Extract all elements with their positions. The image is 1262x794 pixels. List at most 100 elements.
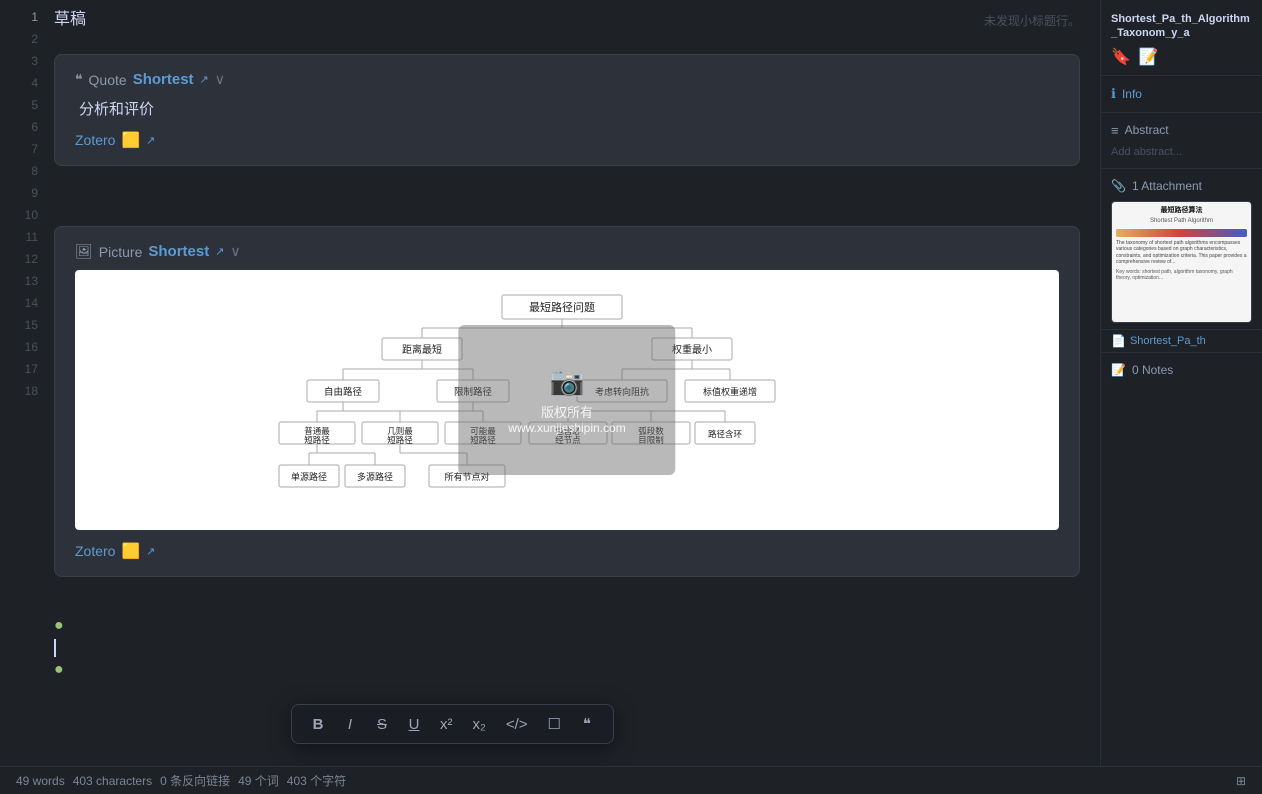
quote-chevron-icon[interactable]: ∨ bbox=[215, 71, 225, 88]
picture-zotero-row[interactable]: Zotero 🟨 ↗ bbox=[75, 542, 1059, 560]
rp-attachment-label[interactable]: 📎 1 Attachment bbox=[1111, 175, 1252, 197]
rp-header-icons: 🔖 📝 bbox=[1111, 47, 1252, 67]
superscript-button[interactable]: x² bbox=[432, 712, 461, 737]
rp-attachment-section: 📎 1 Attachment 最短路径算法 Shortest Path Algo… bbox=[1101, 169, 1262, 330]
picture-zotero-emoji: 🟨 bbox=[121, 542, 140, 560]
quote-block-header: ❝ Quote Shortest ↗ ∨ bbox=[75, 71, 1059, 88]
rp-file-link[interactable]: 📄 Shortest_Pa_th bbox=[1101, 330, 1262, 353]
status-bar: 49 words 403 characters 0 条反向链接 49 个词 40… bbox=[0, 766, 1262, 794]
quote-ext-link-icon[interactable]: ↗ bbox=[200, 73, 209, 86]
italic-button[interactable]: I bbox=[336, 712, 364, 737]
line-num-11: 11 bbox=[0, 226, 50, 248]
rp-thumb-chart-bar bbox=[1116, 229, 1247, 237]
rp-note-icon[interactable]: 📝 bbox=[1139, 47, 1159, 67]
svg-text:最短路径问题: 最短路径问题 bbox=[529, 300, 595, 314]
picture-block-header: 🖼 Picture Shortest ↗ ∨ bbox=[75, 243, 1059, 260]
line-num-3: 3 bbox=[0, 50, 50, 72]
quote-block: ❝ Quote Shortest ↗ ∨ 分析和评价 Zotero 🟨 ↗ bbox=[54, 54, 1080, 166]
svg-text:考虑转向阻抗: 考虑转向阻抗 bbox=[595, 386, 649, 397]
rp-thumb-body-text: The taxonomy of shortest path algorithms… bbox=[1116, 240, 1247, 266]
diagram-container: 最短路径问题 距离最短 权重最小 bbox=[75, 270, 1059, 530]
box-button[interactable]: ☐ bbox=[540, 711, 569, 737]
svg-text:路径含环: 路径含环 bbox=[708, 429, 743, 439]
picture-block: 🖼 Picture Shortest ↗ ∨ bbox=[54, 226, 1080, 577]
notes-icon: 📝 bbox=[1111, 363, 1126, 377]
right-panel: Shortest_Pa_th_Algorithm_Taxonom_y_a 🔖 📝… bbox=[1100, 0, 1262, 794]
quote-content-text: 分析和评价 bbox=[75, 98, 1059, 119]
svg-text:限制路径: 限制路径 bbox=[454, 386, 493, 398]
svg-text:短路径: 短路径 bbox=[304, 435, 330, 445]
picture-zotero-label: Zotero bbox=[75, 543, 115, 559]
char-count-zh: 403 个字符 bbox=[287, 772, 346, 789]
rp-attachment-thumb[interactable]: 最短路径算法 Shortest Path Algorithm The taxon… bbox=[1111, 201, 1252, 323]
rp-info-section: ℹ Info bbox=[1101, 76, 1262, 113]
picture-chevron-icon[interactable]: ∨ bbox=[230, 243, 240, 260]
quote-zotero-row[interactable]: Zotero 🟨 ↗ bbox=[75, 131, 1059, 149]
line-num-7: 7 bbox=[0, 138, 50, 160]
picture-zotero-ext-link-icon[interactable]: ↗ bbox=[146, 545, 155, 558]
rp-abstract-label[interactable]: ≡ Abstract bbox=[1111, 119, 1252, 142]
row-12 bbox=[54, 593, 1080, 615]
svg-text:自由路径: 自由路径 bbox=[324, 386, 363, 398]
quote-title-link[interactable]: Shortest bbox=[133, 71, 194, 88]
line-num-10: 10 bbox=[0, 204, 50, 226]
subscript-button[interactable]: x₂ bbox=[465, 712, 494, 737]
right-panel-scroll[interactable]: Shortest_Pa_th_Algorithm_Taxonom_y_a 🔖 📝… bbox=[1101, 0, 1262, 794]
row-14[interactable] bbox=[54, 637, 1080, 659]
row-15: ● bbox=[54, 659, 1080, 681]
rp-notes-label[interactable]: 📝 0 Notes bbox=[1111, 359, 1252, 381]
svg-text:距离最短: 距离最短 bbox=[402, 343, 442, 356]
abstract-label-text: Abstract bbox=[1125, 123, 1169, 137]
rp-abstract-placeholder[interactable]: Add abstract... bbox=[1111, 142, 1252, 162]
line-num-4: 4 bbox=[0, 72, 50, 94]
picture-icon: 🖼 bbox=[75, 243, 93, 260]
green-bullet-15: ● bbox=[54, 661, 64, 679]
word-count-zh: 49 个词 bbox=[238, 772, 279, 789]
abstract-icon: ≡ bbox=[1111, 123, 1119, 138]
bold-button[interactable]: B bbox=[304, 712, 332, 737]
char-count: 403 characters bbox=[73, 774, 152, 788]
svg-text:目限制: 目限制 bbox=[638, 435, 664, 445]
quote-icon: ❝ bbox=[75, 71, 83, 88]
inline-code-button[interactable]: </> bbox=[498, 712, 536, 737]
zotero-ext-link-icon[interactable]: ↗ bbox=[146, 134, 155, 147]
editor-cursor bbox=[54, 639, 56, 657]
right-panel-header: Shortest_Pa_th_Algorithm_Taxonom_y_a 🔖 📝 bbox=[1101, 0, 1262, 76]
line-num-8: 8 bbox=[0, 160, 50, 182]
line-num-15: 15 bbox=[0, 314, 50, 336]
word-count: 49 words bbox=[16, 774, 65, 788]
line-num-16: 16 bbox=[0, 336, 50, 358]
formatting-toolbar: B I S U x² x₂ </> ☐ ❝ bbox=[291, 704, 614, 744]
info-label-text: Info bbox=[1122, 87, 1142, 101]
green-bullet-13: ● bbox=[54, 617, 64, 635]
svg-text:单源路径: 单源路径 bbox=[291, 471, 327, 482]
rp-bookmark-icon[interactable]: 🔖 bbox=[1111, 47, 1131, 67]
picture-title-link[interactable]: Shortest bbox=[148, 243, 209, 260]
line-num-13: 13 bbox=[0, 270, 50, 292]
status-icon: ⊞ bbox=[1236, 774, 1246, 788]
rp-info-label[interactable]: ℹ Info bbox=[1111, 82, 1252, 106]
rp-abstract-section: ≡ Abstract Add abstract... bbox=[1101, 113, 1262, 169]
rp-notes-section: 📝 0 Notes bbox=[1101, 353, 1262, 387]
line-num-17: 17 bbox=[0, 358, 50, 380]
strikethrough-button[interactable]: S bbox=[368, 712, 396, 737]
line-num-12: 12 bbox=[0, 248, 50, 270]
attachment-count-text: 1 Attachment bbox=[1132, 179, 1202, 193]
zotero-emoji: 🟨 bbox=[121, 131, 140, 149]
line-num-5: 5 bbox=[0, 94, 50, 116]
picture-type-label: Picture bbox=[99, 244, 143, 260]
svg-text:所有节点对: 所有节点对 bbox=[444, 471, 489, 482]
attachment-icon: 📎 bbox=[1111, 179, 1126, 193]
blockquote-button[interactable]: ❝ bbox=[573, 711, 601, 737]
top-notice: 未发现小标题行。 bbox=[984, 12, 1080, 29]
picture-ext-link-icon[interactable]: ↗ bbox=[215, 245, 224, 258]
underline-button[interactable]: U bbox=[400, 712, 428, 737]
line-num-2: 2 bbox=[0, 28, 50, 50]
diagram-svg: 最短路径问题 距离最短 权重最小 bbox=[277, 290, 857, 510]
rp-file-name: Shortest_Pa_th bbox=[1130, 335, 1206, 347]
editor-scroll[interactable]: 1 2 3 4 5 6 7 8 9 10 11 12 13 14 15 16 1 bbox=[0, 0, 1100, 766]
svg-text:短路径: 短路径 bbox=[387, 435, 413, 445]
svg-text:多源路径: 多源路径 bbox=[357, 471, 393, 482]
editor-content[interactable]: 草稿 ❝ Quote Shortest ↗ ∨ 分析和评价 bbox=[50, 0, 1100, 766]
line-num-14: 14 bbox=[0, 292, 50, 314]
